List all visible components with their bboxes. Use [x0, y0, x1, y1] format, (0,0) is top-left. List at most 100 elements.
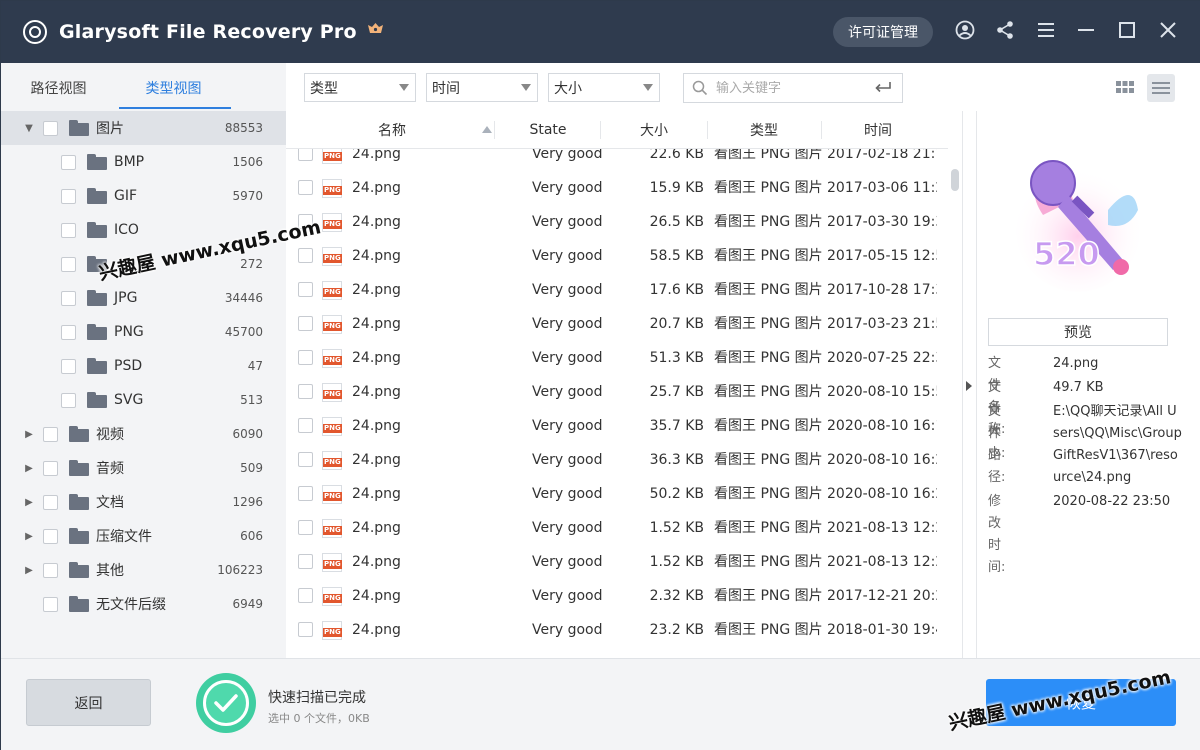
tree-item[interactable]: ▶ 其他 106223: [1, 553, 286, 587]
chevron-right-icon[interactable]: ▶: [24, 565, 34, 576]
preview-panel: 520 预览 文件名称: 24.png 文件大小: 49.7 KB 文件路径: …: [976, 111, 1200, 658]
tab-path-view[interactable]: 路径视图: [1, 76, 116, 98]
tree-item-checkbox[interactable]: [61, 154, 76, 170]
tree-item-checkbox[interactable]: [61, 358, 76, 374]
tree-item[interactable]: 无文件后缀 6949: [1, 587, 286, 621]
menu-icon[interactable]: [1034, 18, 1058, 42]
chevron-right-icon[interactable]: ▶: [24, 497, 34, 508]
maximize-icon[interactable]: [1115, 18, 1139, 42]
back-button[interactable]: 返回: [26, 679, 151, 726]
chevron-right-icon[interactable]: ▶: [24, 463, 34, 474]
sort-ascending-icon[interactable]: [482, 126, 492, 133]
row-checkbox[interactable]: [298, 248, 313, 263]
tree-item-checkbox[interactable]: [61, 324, 76, 340]
table-row[interactable]: PNG24.pngVery good23.2 KB看图王 PNG 图片文2018…: [286, 613, 948, 647]
tab-type-view[interactable]: 类型视图: [116, 76, 231, 98]
size-filter-dropdown[interactable]: 大小: [548, 73, 660, 102]
chevron-right-icon[interactable]: [966, 381, 972, 391]
tree-item[interactable]: PNG 45700: [1, 315, 286, 349]
column-divider[interactable]: [707, 121, 708, 139]
column-header-time[interactable]: 时间: [823, 111, 933, 149]
list-view-icon[interactable]: [1147, 74, 1175, 102]
type-cell: 看图王 PNG 图片文: [714, 486, 822, 502]
chevron-right-icon[interactable]: ▶: [24, 531, 34, 542]
tree-item[interactable]: GIF 5970: [1, 179, 286, 213]
table-row[interactable]: PNG24.pngVery good50.2 KB看图王 PNG 图片文2020…: [286, 477, 948, 511]
column-header-name[interactable]: 名称: [342, 111, 442, 149]
table-row[interactable]: PNG24.pngVery good58.5 KB看图王 PNG 图片文2017…: [286, 239, 948, 273]
vertical-scrollbar[interactable]: [948, 111, 962, 658]
time-filter-value: 时间: [432, 80, 460, 97]
column-divider[interactable]: [600, 121, 601, 139]
tree-item[interactable]: BMP 1506: [1, 145, 286, 179]
column-header-type[interactable]: 类型: [709, 111, 819, 149]
row-checkbox[interactable]: [298, 520, 313, 535]
file-table: 名称 State 大小 类型 时间 PNG 24.png Very good 22.6…: [286, 111, 948, 658]
table-row[interactable]: PNG24.pngVery good51.3 KB看图王 PNG 图片文2020…: [286, 341, 948, 375]
column-divider[interactable]: [821, 121, 822, 139]
row-checkbox[interactable]: [298, 350, 313, 365]
user-icon[interactable]: [953, 18, 977, 42]
table-row[interactable]: PNG24.pngVery good26.5 KB看图王 PNG 图片文2017…: [286, 205, 948, 239]
type-filter-dropdown[interactable]: 类型: [304, 73, 416, 102]
row-checkbox[interactable]: [298, 384, 313, 399]
table-row[interactable]: PNG24.pngVery good17.6 KB看图王 PNG 图片文2017…: [286, 273, 948, 307]
tree-item-checkbox[interactable]: [61, 256, 76, 272]
enter-icon[interactable]: [874, 80, 892, 96]
preview-toggle-strip[interactable]: [962, 111, 975, 658]
column-divider[interactable]: [494, 121, 495, 139]
tree-item[interactable]: SVG 513: [1, 383, 286, 417]
table-row[interactable]: PNG24.pngVery good25.7 KB看图王 PNG 图片文2020…: [286, 375, 948, 409]
tree-item-checkbox[interactable]: [61, 222, 76, 238]
close-icon[interactable]: [1156, 18, 1180, 42]
chevron-down-icon: [643, 84, 653, 91]
tree-item[interactable]: ▶ 文档 1296: [1, 485, 286, 519]
column-header-state[interactable]: State: [496, 111, 600, 149]
preview-button[interactable]: 预览: [988, 318, 1168, 346]
tree-item-checkbox[interactable]: [43, 460, 58, 476]
tree-item-checkbox[interactable]: [43, 426, 58, 442]
row-checkbox[interactable]: [298, 316, 313, 331]
tree-item-checkbox[interactable]: [43, 494, 58, 510]
table-row[interactable]: PNG24.pngVery good2.32 KB看图王 PNG 图片文2017…: [286, 579, 948, 613]
row-checkbox[interactable]: [298, 418, 313, 433]
chevron-right-icon[interactable]: ▶: [24, 429, 34, 440]
share-icon[interactable]: [993, 18, 1017, 42]
tree-item[interactable]: ▶ 音频 509: [1, 451, 286, 485]
time-filter-dropdown[interactable]: 时间: [426, 73, 538, 102]
table-row[interactable]: PNG24.pngVery good15.9 KB看图王 PNG 图片文2017…: [286, 171, 948, 205]
tree-item[interactable]: ▶ 压缩文件 606: [1, 519, 286, 553]
license-management-button[interactable]: 许可证管理: [833, 17, 933, 47]
tree-item-checkbox[interactable]: [43, 596, 58, 612]
table-header: 名称 State 大小 类型 时间: [286, 111, 948, 149]
table-row[interactable]: PNG24.pngVery good35.7 KB看图王 PNG 图片文2020…: [286, 409, 948, 443]
tree-item-checkbox[interactable]: [43, 562, 58, 578]
row-checkbox[interactable]: [298, 486, 313, 501]
tree-item-checkbox[interactable]: [61, 290, 76, 306]
tree-item-checkbox[interactable]: [43, 120, 58, 136]
minimize-icon[interactable]: [1074, 18, 1098, 42]
scrollbar-thumb[interactable]: [951, 169, 959, 191]
tree-item-checkbox[interactable]: [61, 392, 76, 408]
row-checkbox[interactable]: [298, 554, 313, 569]
row-checkbox[interactable]: [298, 452, 313, 467]
row-checkbox[interactable]: [298, 588, 313, 603]
chevron-down-icon[interactable]: ▼: [24, 123, 34, 134]
column-header-size[interactable]: 大小: [602, 111, 706, 149]
tree-item-checkbox[interactable]: [61, 188, 76, 204]
row-checkbox[interactable]: [298, 180, 313, 195]
row-checkbox[interactable]: [298, 282, 313, 297]
tree-item[interactable]: JPG 34446: [1, 281, 286, 315]
grid-view-icon[interactable]: [1111, 74, 1139, 102]
table-row[interactable]: PNG24.pngVery good1.52 KB看图王 PNG 图片文2021…: [286, 545, 948, 579]
table-row[interactable]: PNG24.pngVery good20.7 KB看图王 PNG 图片文2017…: [286, 307, 948, 341]
row-checkbox[interactable]: [298, 622, 313, 637]
tree-item[interactable]: ▼ 图片 88553: [1, 111, 286, 145]
tree-item[interactable]: PSD 47: [1, 349, 286, 383]
table-row[interactable]: PNG24.pngVery good1.52 KB看图王 PNG 图片文2021…: [286, 511, 948, 545]
table-row[interactable]: PNG24.pngVery good36.3 KB看图王 PNG 图片文2020…: [286, 443, 948, 477]
size-cell: 35.7 KB: [649, 418, 704, 434]
tree-item[interactable]: ▶ 视频 6090: [1, 417, 286, 451]
tree-item-checkbox[interactable]: [43, 528, 58, 544]
search-input[interactable]: [716, 80, 866, 96]
